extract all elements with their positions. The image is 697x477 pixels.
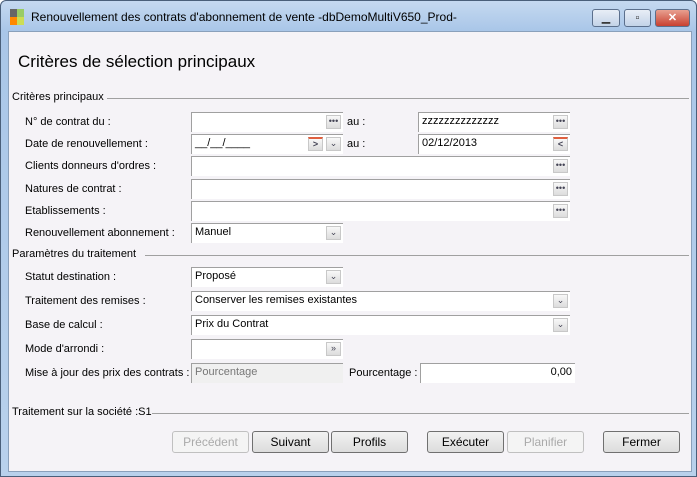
contract-to-input[interactable]: zzzzzzzzzzzzzz ••• [418, 112, 570, 132]
remises-select[interactable]: Conserver les remises existantes ⌄ [191, 291, 570, 311]
next-button[interactable]: Suivant [252, 431, 329, 453]
section-criteria-label: Critères principaux [12, 91, 104, 103]
calendar-prev-icon[interactable]: < [553, 137, 568, 151]
ellipsis-icon[interactable]: ••• [553, 115, 568, 129]
window-title: Renouvellement des contrats d'abonnement… [31, 10, 457, 24]
base-select[interactable]: Prix du Contrat ⌄ [191, 315, 570, 335]
client-area: Critères de sélection principaux Critère… [8, 31, 692, 472]
clients-label: Clients donneurs d'ordres : [25, 160, 157, 172]
pct-input[interactable]: 0,00 [420, 363, 575, 383]
date-from-input[interactable]: __/__/____ > ⌄ [191, 134, 343, 154]
arrondi-select[interactable]: » [191, 339, 343, 359]
base-label: Base de calcul : [25, 319, 103, 331]
renew-select[interactable]: Manuel ⌄ [191, 223, 343, 243]
chevron-down-icon[interactable]: ⌄ [553, 318, 568, 332]
statut-value: Proposé [195, 270, 236, 282]
remises-label: Traitement des remises : [25, 295, 146, 307]
ellipsis-icon[interactable]: ••• [553, 159, 568, 173]
page-title: Critères de sélection principaux [18, 52, 256, 71]
pct-label: Pourcentage : [349, 367, 418, 379]
base-value: Prix du Contrat [195, 318, 269, 330]
contract-from-input[interactable]: ••• [191, 112, 343, 132]
etab-input[interactable]: ••• [191, 201, 570, 221]
contract-to-label: au : [347, 116, 366, 128]
chevron-down-icon[interactable]: ⌄ [326, 226, 341, 240]
divider [152, 413, 689, 414]
double-chevron-down-icon[interactable]: » [326, 342, 341, 356]
renew-label: Renouvellement abonnement : [25, 227, 175, 239]
statut-label: Statut destination : [25, 271, 117, 283]
natures-label: Natures de contrat : [25, 183, 122, 195]
window: Renouvellement des contrats d'abonnement… [0, 0, 697, 477]
statut-select[interactable]: Proposé ⌄ [191, 267, 343, 287]
chevron-down-icon[interactable]: ⌄ [326, 270, 341, 284]
date-to-value: 02/12/2013 [422, 137, 478, 149]
date-to-label: au : [347, 138, 366, 150]
close-button[interactable]: Fermer [603, 431, 680, 453]
app-icon [10, 9, 24, 25]
divider [145, 255, 689, 256]
date-from-label: Date de renouvellement : [25, 138, 148, 150]
contract-from-label: N° de contrat du : [25, 116, 111, 128]
chevron-down-icon[interactable]: ⌄ [326, 137, 341, 151]
previous-button[interactable]: Précédent [172, 431, 249, 453]
contract-to-value: zzzzzzzzzzzzzz [422, 115, 499, 127]
natures-input[interactable]: ••• [191, 179, 570, 199]
renew-value: Manuel [195, 226, 232, 238]
calendar-next-icon[interactable]: > [308, 137, 323, 151]
profiles-button[interactable]: Profils [331, 431, 408, 453]
execute-button[interactable]: Exécuter [427, 431, 504, 453]
remises-value: Conserver les remises existantes [195, 294, 358, 306]
maj-label: Mise à jour des prix des contrats : [25, 367, 190, 379]
maximize-icon[interactable]: ▫ [624, 9, 651, 27]
divider [107, 98, 689, 99]
minimize-icon[interactable]: ▁ [592, 9, 620, 27]
arrondi-label: Mode d'arrondi : [25, 343, 105, 355]
schedule-button[interactable]: Planifier [507, 431, 584, 453]
ellipsis-icon[interactable]: ••• [553, 204, 568, 218]
chevron-down-icon[interactable]: ⌄ [553, 294, 568, 308]
etab-label: Etablissements : [25, 205, 106, 217]
ellipsis-icon[interactable]: ••• [326, 115, 341, 129]
date-to-input[interactable]: 02/12/2013 < [418, 134, 570, 154]
close-icon[interactable]: ✕ [655, 9, 690, 27]
ellipsis-icon[interactable]: ••• [553, 182, 568, 196]
clients-input[interactable]: ••• [191, 156, 570, 176]
company-label: Traitement sur la société :S1 [12, 406, 152, 418]
maj-field: Pourcentage [191, 363, 343, 383]
section-params-label: Paramètres du traitement [12, 248, 137, 260]
date-from-value: __/__/____ [195, 137, 251, 149]
